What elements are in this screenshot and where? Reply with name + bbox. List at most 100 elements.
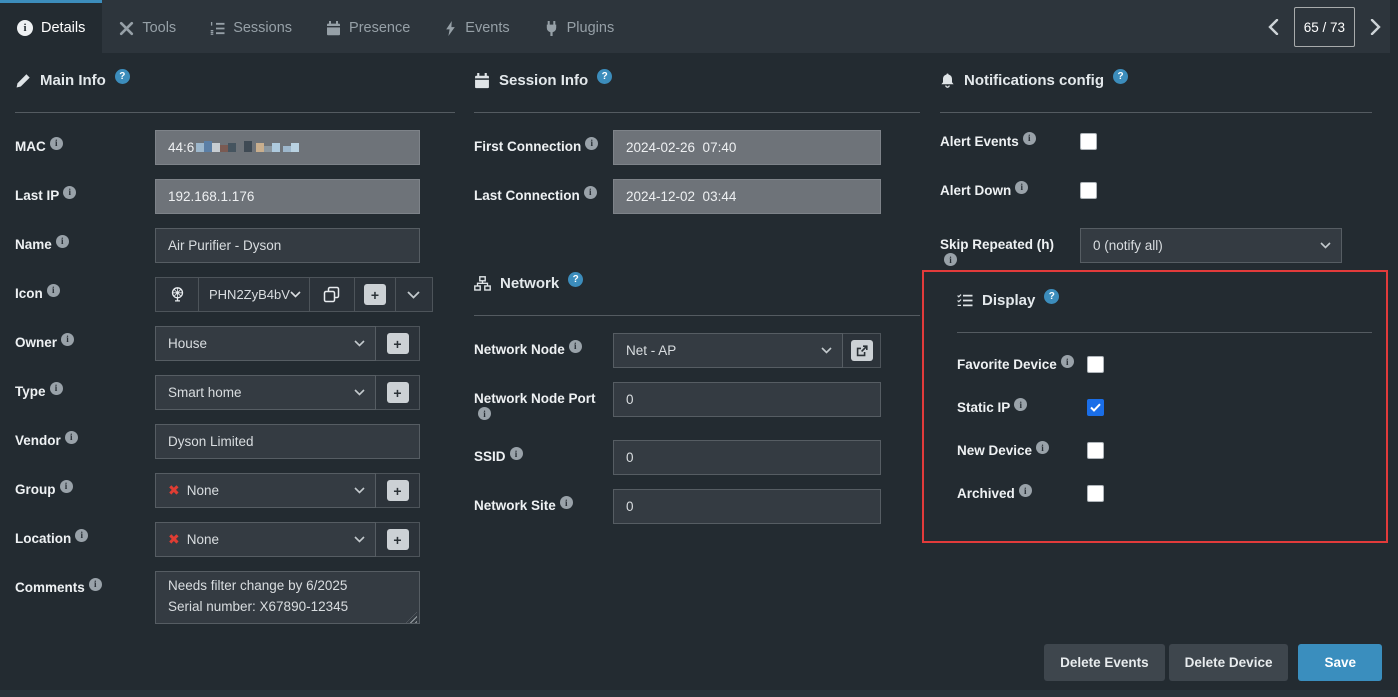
delete-events-button[interactable]: Delete Events (1044, 644, 1165, 681)
plus-icon: + (387, 480, 409, 501)
vendor-input[interactable] (155, 424, 420, 459)
chevron-left-icon (1268, 19, 1279, 35)
static-ip-row: Static IPi (957, 396, 1372, 422)
first-connection-row: First Connectioni (474, 130, 881, 165)
tab-bar: i Details Tools Sessions Presence Events… (0, 0, 1398, 53)
ssid-label: SSIDi (474, 440, 613, 475)
copy-icon-button[interactable] (310, 278, 355, 311)
info-icon: i (478, 407, 491, 420)
info-icon: i (89, 578, 102, 591)
first-connection-input (613, 130, 881, 165)
device-pager: 65 / 73 (1261, 7, 1388, 47)
archived-checkbox[interactable] (1087, 485, 1104, 502)
name-input[interactable] (155, 228, 420, 263)
info-icon: i (1019, 484, 1032, 497)
pencil-icon (15, 73, 31, 89)
info-icon: i (47, 284, 60, 297)
info-icon: i (60, 480, 73, 493)
chevron-right-icon (1370, 19, 1381, 35)
red-x-icon: ✖ (168, 482, 180, 498)
alert-events-label: Alert Eventsi (940, 130, 1080, 165)
info-icon: i (569, 340, 582, 353)
skip-repeated-select[interactable]: 0 (notify all) (1080, 228, 1342, 263)
open-network-node-button[interactable] (843, 333, 881, 368)
tools-icon (119, 21, 134, 36)
section-title: Notifications config (964, 71, 1104, 91)
first-connection-label: First Connectioni (474, 130, 613, 165)
help-icon[interactable]: ? (1044, 289, 1059, 304)
sitemap-icon (474, 276, 491, 291)
mac-field-row: MACi 44:6 (15, 130, 420, 165)
info-icon: i (510, 447, 523, 460)
ssid-input[interactable] (613, 440, 881, 475)
favorite-device-checkbox[interactable] (1087, 356, 1104, 373)
tab-label: Plugins (567, 20, 615, 36)
alert-events-checkbox[interactable] (1080, 133, 1097, 150)
chevron-down-icon (407, 291, 420, 299)
network-node-port-row: Network Node Porti (474, 382, 881, 426)
section-title: Main Info (40, 71, 106, 91)
tab-sessions[interactable]: Sessions (193, 0, 309, 53)
tab-plugins[interactable]: Plugins (527, 0, 632, 53)
add-type-button[interactable]: + (376, 375, 420, 410)
bell-icon (940, 73, 955, 89)
chevron-down-icon (354, 389, 365, 396)
info-circle-icon: i (17, 20, 33, 36)
new-device-label: New Devicei (957, 439, 1087, 465)
external-link-icon (851, 340, 873, 361)
network-node-port-label: Network Node Porti (474, 382, 613, 426)
tab-label: Presence (349, 20, 410, 36)
icon-field-row: Iconi PHN2ZyB4bV + (15, 277, 420, 312)
section-title: Session Info (499, 71, 588, 91)
device-fan-icon (156, 278, 199, 311)
add-location-button[interactable]: + (376, 522, 420, 557)
type-select[interactable]: Smart home (155, 375, 376, 410)
save-button[interactable]: Save (1298, 644, 1382, 681)
add-icon-button[interactable]: + (355, 278, 396, 311)
prev-device-button[interactable] (1261, 8, 1287, 46)
footer-actions: Delete Events Delete Device Save (1044, 644, 1382, 681)
tab-details[interactable]: i Details (0, 0, 102, 53)
group-select[interactable]: ✖None (155, 473, 376, 508)
tab-label: Sessions (233, 20, 292, 36)
comments-field-row: Commentsi Needs filter change by 6/2025 … (15, 571, 420, 627)
tab-tools[interactable]: Tools (102, 0, 193, 53)
info-icon: i (75, 529, 88, 542)
location-select[interactable]: ✖None (155, 522, 376, 557)
info-icon: i (584, 186, 597, 199)
add-owner-button[interactable]: + (376, 326, 420, 361)
info-icon: i (1015, 181, 1028, 194)
info-icon: i (65, 431, 78, 444)
info-icon: i (585, 137, 598, 150)
alert-down-checkbox[interactable] (1080, 182, 1097, 199)
network-site-input[interactable] (613, 489, 881, 524)
delete-device-button[interactable]: Delete Device (1169, 644, 1289, 681)
last-connection-label: Last Connectioni (474, 179, 613, 214)
tasks-icon (957, 293, 973, 308)
icon-select[interactable]: PHN2ZyB4bV (199, 278, 310, 311)
new-device-checkbox[interactable] (1087, 442, 1104, 459)
device-details-screen: i Details Tools Sessions Presence Events… (0, 0, 1398, 697)
static-ip-label: Static IPi (957, 396, 1087, 422)
help-icon[interactable]: ? (568, 272, 583, 287)
scrollbar[interactable] (1390, 0, 1398, 697)
network-node-port-input[interactable] (613, 382, 881, 417)
static-ip-checkbox[interactable] (1087, 399, 1104, 416)
comments-textarea[interactable]: Needs filter change by 6/2025 Serial num… (155, 571, 420, 624)
owner-select[interactable]: House (155, 326, 376, 361)
help-icon[interactable]: ? (1113, 69, 1128, 84)
last-ip-label: Last IPi (15, 179, 155, 214)
network-node-select[interactable]: Net - AP (613, 333, 843, 368)
help-icon[interactable]: ? (115, 69, 130, 84)
add-group-button[interactable]: + (376, 473, 420, 508)
network-site-label: Network Sitei (474, 489, 613, 524)
divider (957, 332, 1372, 333)
expand-icon-options-button[interactable] (396, 278, 432, 311)
group-field-row: Groupi ✖None + (15, 473, 420, 508)
help-icon[interactable]: ? (597, 69, 612, 84)
chevron-down-icon (821, 347, 832, 354)
tab-presence[interactable]: Presence (309, 0, 427, 53)
tab-label: Details (41, 20, 85, 36)
next-device-button[interactable] (1362, 8, 1388, 46)
tab-events[interactable]: Events (427, 0, 526, 53)
